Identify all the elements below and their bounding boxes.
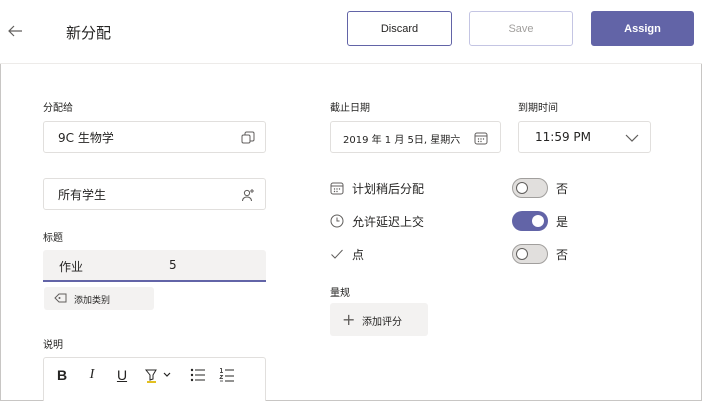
add-category-label: 添加类别 — [74, 296, 111, 306]
page-title: 新分配 — [66, 24, 112, 42]
due-time-label: 到期时间 — [518, 103, 558, 114]
schedule-later-state: 否 — [556, 182, 569, 196]
italic-button[interactable]: I — [84, 366, 100, 384]
schedule-later-label: 计划稍后分配 — [352, 182, 425, 196]
title-input[interactable]: 作业 5 — [43, 250, 266, 282]
calendar-icon[interactable] — [474, 131, 488, 145]
assign-to-label: 分配给 — [43, 103, 73, 114]
checkmark-icon — [331, 249, 343, 259]
title-value: 作业 — [59, 260, 84, 274]
class-field[interactable]: 9C 生物学 — [43, 121, 266, 153]
class-value: 9C 生物学 — [58, 130, 114, 145]
due-time-picker[interactable]: 11:59 PM — [518, 121, 651, 153]
title-cursor-text: 5 — [169, 258, 177, 272]
add-category-button[interactable]: 添加类别 — [44, 287, 154, 310]
back-arrow-icon[interactable] — [6, 22, 24, 40]
due-time-value: 11:59 PM — [535, 130, 591, 144]
allow-late-state: 是 — [556, 215, 569, 229]
numbered-list-icon[interactable] — [219, 366, 235, 384]
bullet-list-icon[interactable] — [190, 366, 206, 384]
save-button[interactable]: Save — [469, 11, 573, 46]
copy-icon[interactable] — [241, 131, 255, 145]
highlight-icon[interactable] — [144, 366, 172, 384]
students-value: 所有学生 — [58, 187, 107, 202]
schedule-calendar-icon — [330, 182, 344, 195]
description-label: 说明 — [43, 340, 63, 351]
add-person-icon[interactable] — [241, 188, 255, 202]
points-label: 点 — [352, 248, 365, 262]
due-date-picker[interactable]: 2019 年 1 月 5日, 星期六 — [330, 121, 501, 153]
description-editor[interactable]: B I U — [43, 357, 266, 401]
underline-button[interactable]: U — [114, 366, 130, 384]
discard-button[interactable]: Discard — [347, 11, 452, 46]
assign-button[interactable]: Assign — [591, 11, 694, 46]
chevron-down-icon[interactable] — [624, 132, 640, 144]
students-field[interactable]: 所有学生 — [43, 178, 266, 210]
add-rubric-button[interactable]: + 添加评分 — [330, 303, 428, 336]
title-label: 标题 — [43, 233, 63, 244]
due-date-value: 2019 年 1 月 5日, 星期六 — [343, 135, 461, 146]
allow-late-toggle[interactable] — [512, 211, 548, 231]
header-bar: 新分配 Discard Save Assign — [0, 0, 702, 64]
allow-late-label: 允许延迟上交 — [352, 215, 425, 229]
due-date-label: 截止日期 — [330, 103, 370, 114]
clock-icon — [330, 214, 344, 228]
schedule-later-toggle[interactable] — [512, 178, 548, 198]
points-toggle[interactable] — [512, 244, 548, 264]
rubric-label: 量规 — [330, 288, 350, 299]
points-state: 否 — [556, 248, 569, 262]
tag-icon — [54, 293, 67, 303]
bold-button[interactable]: B — [54, 366, 70, 384]
plus-icon: + — [342, 310, 356, 329]
add-rubric-label: 添加评分 — [362, 317, 402, 328]
